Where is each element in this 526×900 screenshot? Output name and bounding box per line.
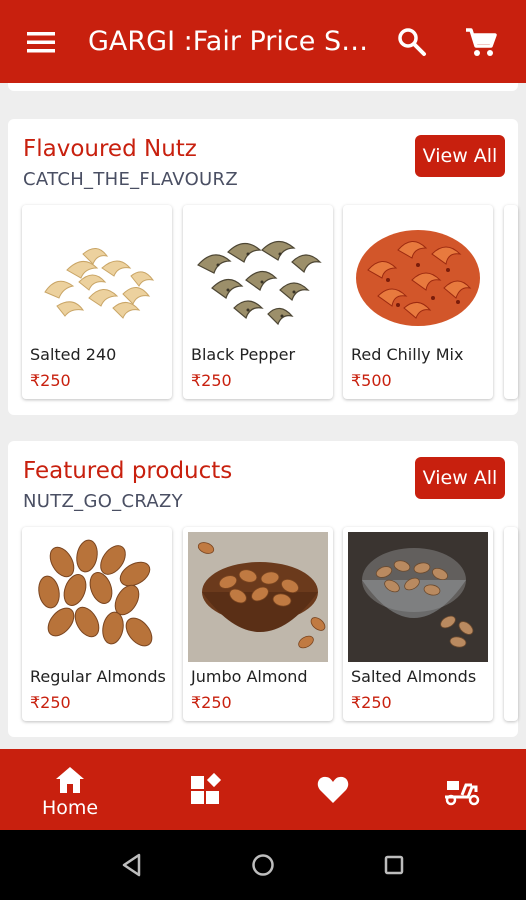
- product-name: Salted Almonds: [351, 667, 477, 686]
- product-image-almonds: [38, 539, 153, 647]
- product-card[interactable]: Salted 240 ₹250: [22, 205, 172, 399]
- product-card[interactable]: Black Pepper ₹250: [183, 205, 333, 399]
- product-name: Regular Almonds: [30, 667, 166, 686]
- section-subtitle: CATCH_THE_FLAVOURZ: [23, 169, 238, 190]
- product-name: Salted 240: [30, 345, 117, 364]
- product-card[interactable]: Jumbo Almond ₹250: [183, 527, 333, 721]
- nav-delivery[interactable]: [440, 749, 484, 830]
- cart-icon[interactable]: [464, 26, 498, 58]
- product-name: Jumbo Almond: [191, 667, 308, 686]
- section-subtitle: NUTZ_GO_CRAZY: [23, 491, 183, 512]
- home-icon: [56, 767, 84, 793]
- nav-categories[interactable]: [186, 749, 224, 830]
- app-title: GARGI :Fair Price Store: [88, 26, 373, 57]
- product-price: ₹250: [191, 693, 232, 712]
- search-icon[interactable]: [396, 26, 428, 58]
- product-card-partial[interactable]: [504, 527, 518, 721]
- app-bar: GARGI :Fair Price Store: [0, 0, 526, 83]
- product-price: ₹500: [351, 371, 392, 390]
- product-card[interactable]: Red Chilly Mix ₹500: [343, 205, 493, 399]
- back-icon[interactable]: [119, 852, 145, 878]
- product-price: ₹250: [351, 693, 392, 712]
- bottom-navigation: Home: [0, 749, 526, 830]
- product-card-partial[interactable]: [504, 205, 518, 399]
- view-all-button[interactable]: View All: [415, 135, 505, 177]
- product-image-almonds-bowl: [188, 532, 328, 662]
- heart-icon: [317, 776, 349, 803]
- product-card[interactable]: Regular Almonds ₹250: [22, 527, 172, 721]
- section-flavoured-nutz: Flavoured Nutz CATCH_THE_FLAVOURZ View A…: [8, 119, 518, 415]
- system-navigation-bar: [0, 830, 526, 900]
- nav-home[interactable]: Home: [30, 749, 110, 830]
- product-price: ₹250: [30, 371, 71, 390]
- nav-wishlist[interactable]: [314, 749, 352, 830]
- category-icon: [191, 773, 222, 804]
- product-price: ₹250: [191, 371, 232, 390]
- section-title: Flavoured Nutz: [23, 136, 197, 162]
- view-all-button[interactable]: View All: [415, 457, 505, 499]
- recents-icon[interactable]: [381, 852, 407, 878]
- product-image-salted-cashews: [44, 248, 155, 319]
- product-image-black-pepper-cashews: [197, 240, 322, 326]
- nav-home-label: Home: [41, 797, 99, 819]
- product-name: Black Pepper: [191, 345, 296, 364]
- product-card[interactable]: Salted Almonds ₹250: [343, 527, 493, 721]
- section-title: Featured products: [23, 458, 233, 484]
- delivery-icon: [445, 781, 480, 806]
- previous-section-edge: [8, 83, 518, 91]
- product-image-red-chilly-cashews: [356, 230, 480, 326]
- menu-icon[interactable]: [22, 26, 60, 58]
- home-circle-icon[interactable]: [250, 852, 276, 878]
- product-image-almonds-glass-bowl: [348, 532, 488, 662]
- product-name: Red Chilly Mix: [351, 345, 464, 364]
- product-price: ₹250: [30, 693, 71, 712]
- section-featured-products: Featured products NUTZ_GO_CRAZY View All…: [8, 441, 518, 737]
